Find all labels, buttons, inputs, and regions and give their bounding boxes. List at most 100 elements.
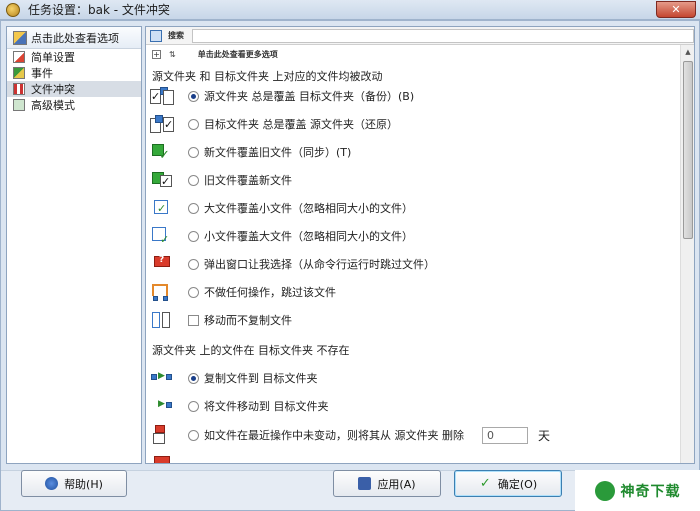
option-label: 复制文件到 目标文件夹 <box>204 372 318 385</box>
option-delete-from-source[interactable]: 如文件在最近操作中未变动，则将其从 源文件夹 删除 0 天 <box>150 424 550 446</box>
section-missing-in-target-heading: 源文件夹 上的文件在 目标文件夹 不存在 <box>152 344 350 357</box>
option-skip-file[interactable]: 不做任何操作，跳过该文件 <box>150 281 336 303</box>
sidebar-item-simple-settings[interactable]: 简单设置 <box>7 49 141 65</box>
option-label: 如文件在最近操作中未变动，则将其从 源文件夹 删除 <box>204 429 464 442</box>
target-overwrite-icon: ✓ <box>150 113 174 135</box>
sidebar-item-label: 高级模式 <box>31 99 75 112</box>
vertical-scrollbar[interactable]: ▲ <box>680 45 694 463</box>
help-icon <box>45 477 59 490</box>
advanced-mode-icon <box>13 99 25 111</box>
options-icon <box>13 30 27 45</box>
watermark: 神奇下载 <box>575 470 700 511</box>
help-button-label: 帮助(H) <box>64 477 103 491</box>
option-copy-to-target[interactable]: ▶ 复制文件到 目标文件夹 <box>150 367 318 389</box>
save-icon <box>358 477 372 490</box>
ok-button[interactable]: ✓ 确定(O) <box>454 470 562 497</box>
option-older-overwrites-newer[interactable]: ✓ 旧文件覆盖新文件 <box>150 169 292 191</box>
scroll-up-icon[interactable]: ▲ <box>681 45 695 59</box>
search-label: 搜索 <box>168 31 184 40</box>
delete-source-icon <box>150 424 174 446</box>
move-to-target-icon: ▶ <box>150 395 174 417</box>
ok-button-label: 确定(O) <box>497 477 538 491</box>
days-input[interactable]: 0 <box>482 426 528 444</box>
sort-icon: ⇅ <box>169 49 176 59</box>
radio-newer-overwrites-older[interactable] <box>188 146 199 158</box>
option-label: 弹出窗口让我选择（从命令行运行时跳过文件） <box>204 258 435 271</box>
options-content: + ⇅ 单击此处查看更多选项 源文件夹 和 目标文件夹 上对应的文件均被改动 ✓… <box>146 45 682 463</box>
option-label: 不做任何操作，跳过该文件 <box>204 286 336 299</box>
newer-overwrites-icon: ✓ <box>150 141 174 163</box>
file-conflict-icon <box>13 83 25 95</box>
radio-older-overwrites-newer[interactable] <box>188 174 199 186</box>
sidebar-item-label: 简单设置 <box>31 51 75 64</box>
option-prompt-me[interactable]: ? 弹出窗口让我选择（从命令行运行时跳过文件） <box>150 253 435 275</box>
sidebar-item-label: 文件冲突 <box>31 83 75 96</box>
title-bar: 任务设置：bak - 文件冲突 ✕ <box>0 0 700 20</box>
simple-settings-icon <box>13 51 25 63</box>
task-settings-window: 点击此处查看选项 简单设置 事件 文件冲突 高级模式 搜索 + ⇅ 单击此处查看… <box>0 20 700 511</box>
sidebar-item-advanced-mode[interactable]: 高级模式 <box>7 97 141 113</box>
watermark-logo-icon <box>594 480 615 501</box>
skip-file-icon <box>150 281 174 303</box>
older-overwrites-icon: ✓ <box>150 169 174 191</box>
watermark-text: 神奇下载 <box>620 483 681 500</box>
help-button[interactable]: 帮助(H) <box>21 470 127 497</box>
option-partial-row <box>150 453 188 463</box>
expand-icon[interactable]: + <box>152 49 161 59</box>
search-icon <box>150 29 162 42</box>
option-larger-overwrites-smaller[interactable]: ✓ 大文件覆盖小文件（忽略相同大小的文件） <box>150 197 413 219</box>
radio-target-overwrites-source[interactable] <box>188 118 199 130</box>
more-options-button[interactable]: 点击此处查看选项 <box>7 27 141 49</box>
option-label: 大文件覆盖小文件（忽略相同大小的文件） <box>204 202 413 215</box>
app-icon <box>6 2 20 17</box>
smaller-overwrites-icon: ✓ <box>150 225 174 247</box>
option-label: 源文件夹 总是覆盖 目标文件夹（备份）(B) <box>204 90 415 103</box>
option-move-not-copy[interactable]: 移动而不复制文件 <box>150 309 292 331</box>
check-icon: ✓ <box>479 476 491 491</box>
sidebar-item-file-conflict[interactable]: 文件冲突 <box>7 81 141 97</box>
option-label: 旧文件覆盖新文件 <box>204 174 292 187</box>
option-move-to-target[interactable]: ▶ 将文件移动到 目标文件夹 <box>150 395 329 417</box>
more-options-row[interactable]: + ⇅ 单击此处查看更多选项 <box>152 47 278 61</box>
sidebar-item-events[interactable]: 事件 <box>7 65 141 81</box>
sidebar: 点击此处查看选项 简单设置 事件 文件冲突 高级模式 <box>6 26 142 464</box>
radio-smaller-overwrites-larger[interactable] <box>188 230 199 242</box>
apply-button-label: 应用(A) <box>377 477 416 491</box>
section-both-changed-heading: 源文件夹 和 目标文件夹 上对应的文件均被改动 <box>152 70 383 83</box>
option-target-overwrites-source[interactable]: ✓ 目标文件夹 总是覆盖 源文件夹（还原） <box>150 113 398 135</box>
copy-to-target-icon: ▶ <box>150 367 174 389</box>
radio-move-to-target[interactable] <box>188 400 199 412</box>
apply-button[interactable]: 应用(A) <box>333 470 441 497</box>
option-label: 移动而不复制文件 <box>204 314 292 327</box>
radio-prompt-me[interactable] <box>188 258 199 270</box>
option-label: 小文件覆盖大文件（忽略相同大小的文件） <box>204 230 413 243</box>
option-label: 将文件移动到 目标文件夹 <box>204 400 329 413</box>
option-label: 目标文件夹 总是覆盖 源文件夹（还原） <box>204 118 398 131</box>
larger-overwrites-icon: ✓ <box>150 197 174 219</box>
prompt-window-icon <box>150 453 174 463</box>
radio-copy-to-target[interactable] <box>188 372 199 384</box>
sidebar-item-label: 事件 <box>31 67 53 80</box>
prompt-window-icon: ? <box>150 253 174 275</box>
option-source-overwrites-target[interactable]: ✓ 源文件夹 总是覆盖 目标文件夹（备份）(B) <box>150 85 414 107</box>
option-newer-overwrites-older[interactable]: ✓ 新文件覆盖旧文件（同步）(T) <box>150 141 351 163</box>
radio-larger-overwrites-smaller[interactable] <box>188 202 199 214</box>
option-label: 新文件覆盖旧文件（同步）(T) <box>204 146 352 159</box>
checkbox-move-not-copy[interactable] <box>188 314 199 326</box>
radio-source-overwrites-target[interactable] <box>188 90 199 102</box>
close-button[interactable]: ✕ <box>656 1 696 18</box>
radio-delete-from-source[interactable] <box>188 429 199 441</box>
more-options-link[interactable]: 单击此处查看更多选项 <box>198 49 278 60</box>
settings-panel: 搜索 + ⇅ 单击此处查看更多选项 源文件夹 和 目标文件夹 上对应的文件均被改… <box>145 26 695 464</box>
search-input[interactable] <box>192 28 694 43</box>
option-smaller-overwrites-larger[interactable]: ✓ 小文件覆盖大文件（忽略相同大小的文件） <box>150 225 413 247</box>
radio-skip-file[interactable] <box>188 286 199 298</box>
events-icon <box>13 67 25 79</box>
move-file-icon <box>150 309 174 331</box>
search-toolbar: 搜索 <box>146 27 694 45</box>
window-title: 任务设置：bak - 文件冲突 <box>28 3 170 17</box>
days-unit: 天 <box>538 428 551 443</box>
scroll-thumb[interactable] <box>683 61 693 239</box>
more-options-label: 点击此处查看选项 <box>31 31 119 45</box>
source-overwrite-icon: ✓ <box>150 85 174 107</box>
